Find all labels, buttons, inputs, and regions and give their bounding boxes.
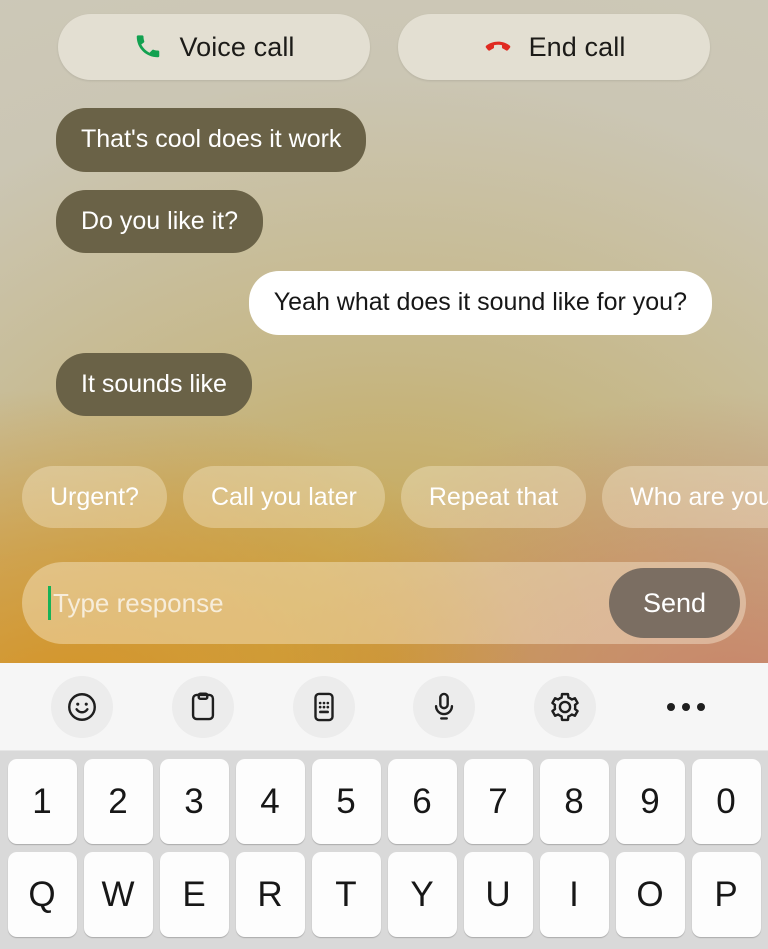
quick-reply-chip-row[interactable]: Urgent? Call you later Repeat that Who a…: [0, 466, 768, 528]
key-o[interactable]: O: [615, 852, 685, 937]
key-p[interactable]: P: [691, 852, 761, 937]
message-bubble-incoming: Do you like it?: [56, 189, 264, 253]
key-y[interactable]: Y: [387, 852, 457, 937]
end-call-button[interactable]: End call: [398, 14, 710, 80]
key-2[interactable]: 2: [83, 759, 153, 844]
phone-hangup-icon: [483, 31, 513, 64]
quick-reply-chip-repeat-that[interactable]: Repeat that: [400, 466, 587, 528]
key-7[interactable]: 7: [463, 759, 533, 844]
message-bubble-incoming: It sounds like: [56, 352, 252, 416]
key-5[interactable]: 5: [311, 759, 381, 844]
key-r[interactable]: R: [235, 852, 305, 937]
voice-call-button[interactable]: Voice call: [58, 14, 370, 80]
send-button[interactable]: Send: [608, 568, 740, 638]
phone-screen: Voice call End call That's cool does it …: [0, 0, 768, 949]
ellipsis-dots: [666, 702, 705, 711]
response-input[interactable]: [53, 562, 609, 644]
message-row: Do you like it?: [56, 189, 712, 253]
keyboard-row-numbers: 1 2 3 4 5 6 7 8 9 0: [0, 751, 768, 844]
key-q[interactable]: Q: [7, 852, 77, 937]
message-list: That's cool does it work Do you like it?…: [0, 108, 768, 416]
message-row: That's cool does it work: [56, 108, 712, 172]
more-options-icon[interactable]: [655, 676, 717, 738]
call-chat-overlay: Voice call End call That's cool does it …: [0, 0, 768, 663]
key-8[interactable]: 8: [539, 759, 609, 844]
response-composer: Send: [22, 562, 746, 644]
message-row: Yeah what does it sound like for you?: [56, 271, 712, 335]
key-i[interactable]: I: [539, 852, 609, 937]
key-e[interactable]: E: [159, 852, 229, 937]
microphone-icon[interactable]: [413, 675, 476, 738]
key-t[interactable]: T: [311, 852, 381, 937]
key-w[interactable]: W: [83, 852, 153, 937]
quick-reply-chip-urgent[interactable]: Urgent?: [22, 466, 167, 528]
gear-icon[interactable]: [533, 675, 596, 738]
call-action-bar: Voice call End call: [0, 14, 768, 80]
emoji-smiley-icon[interactable]: [51, 675, 114, 738]
key-9[interactable]: 9: [615, 759, 685, 844]
key-1[interactable]: 1: [7, 759, 77, 844]
message-row: It sounds like: [56, 352, 712, 416]
message-bubble-incoming: That's cool does it work: [56, 108, 367, 172]
phone-icon: [133, 31, 163, 64]
voice-call-label: Voice call: [179, 31, 295, 62]
key-3[interactable]: 3: [159, 759, 229, 844]
keypad-icon[interactable]: [292, 675, 355, 738]
message-bubble-outgoing: Yeah what does it sound like for you?: [248, 271, 712, 335]
key-0[interactable]: 0: [691, 759, 761, 844]
quick-reply-chip-call-you-later[interactable]: Call you later: [182, 466, 385, 528]
end-call-label: End call: [528, 31, 626, 62]
onscreen-keyboard: 1 2 3 4 5 6 7 8 9 0 Q W E R T Y U I O P: [0, 663, 768, 949]
text-caret: [48, 586, 51, 620]
key-6[interactable]: 6: [387, 759, 457, 844]
keyboard-toolbar: [0, 663, 768, 751]
quick-reply-chip-who-are-you[interactable]: Who are you?: [602, 466, 768, 528]
key-4[interactable]: 4: [235, 759, 305, 844]
keyboard-row-qwerty: Q W E R T Y U I O P: [0, 844, 768, 937]
clipboard-icon[interactable]: [171, 675, 234, 738]
key-u[interactable]: U: [463, 852, 533, 937]
